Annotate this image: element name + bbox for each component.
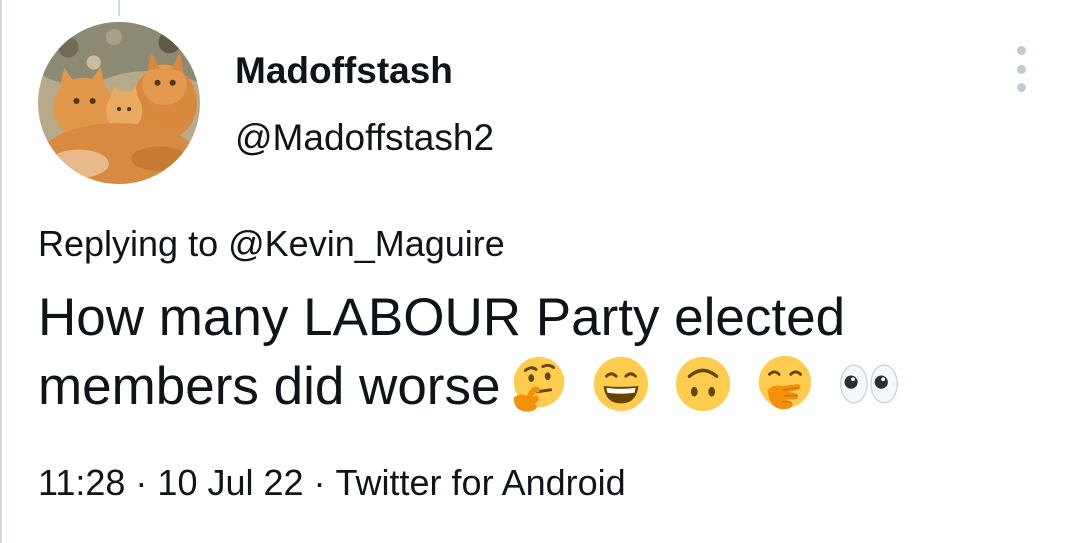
- face-with-hand-over-mouth-icon: [759, 355, 812, 410]
- thinking-face-icon: [514, 356, 565, 412]
- tweet-time[interactable]: 11:28: [38, 462, 125, 503]
- more-dot: [1016, 64, 1026, 74]
- reply-mention-link[interactable]: @Kevin_Maguire: [228, 223, 505, 264]
- tweet-date[interactable]: 10 Jul 22: [157, 462, 303, 503]
- author-handle[interactable]: @Madoffstash2: [235, 117, 494, 159]
- grinning-squinting-face-icon: [594, 356, 649, 412]
- upside-down-face-icon: [676, 356, 731, 412]
- reply-prefix: Replying to: [38, 223, 219, 264]
- thread-connector-line: [118, 0, 120, 16]
- eyes-icon: [840, 364, 899, 404]
- avatar-cats-image: [38, 22, 200, 184]
- emoji-row: [508, 353, 902, 415]
- tweet-source[interactable]: Twitter for Android: [336, 462, 626, 503]
- tweet-text: How many LABOUR Party elected members di…: [38, 283, 1068, 421]
- left-border: [0, 0, 2, 543]
- avatar[interactable]: [38, 22, 200, 184]
- more-vertical-icon: [1016, 46, 1026, 55]
- tweet-meta: 11:28 · 10 Jul 22 · Twitter for Android: [38, 462, 626, 504]
- author-display-name[interactable]: Madoffstash: [235, 50, 453, 92]
- meta-separator: ·: [313, 462, 326, 503]
- reply-context: Replying to @Kevin_Maguire: [38, 223, 505, 265]
- meta-separator: ·: [135, 462, 148, 503]
- more-options-button[interactable]: [1006, 46, 1036, 92]
- more-dot: [1016, 83, 1026, 92]
